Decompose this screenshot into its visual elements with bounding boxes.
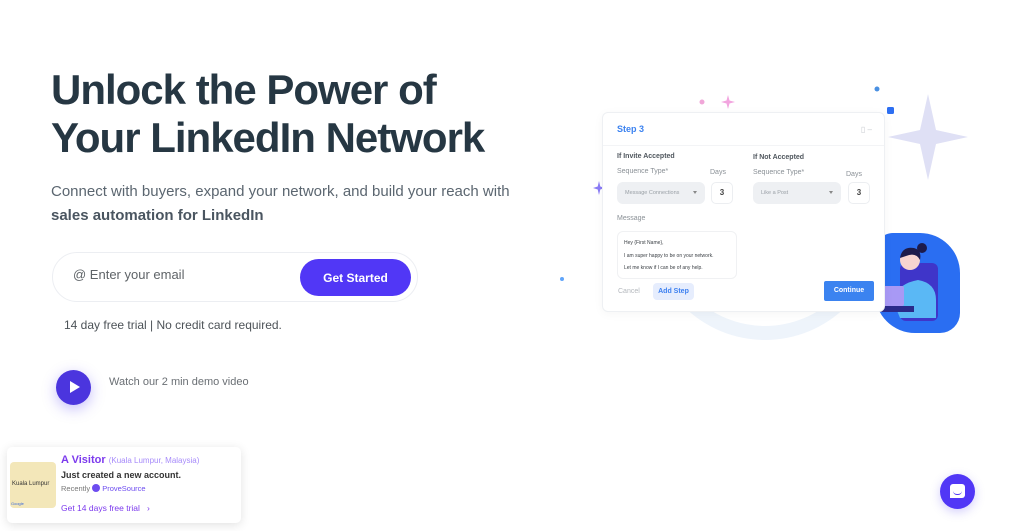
map-credit: Google [11, 501, 24, 506]
not-accepted-heading: If Not Accepted [753, 154, 805, 161]
hero-title-line-2: Your LinkedIn Network [51, 114, 485, 161]
message-line: I am super happy to be on your network. [624, 252, 714, 259]
demo-video-button[interactable] [56, 370, 91, 405]
notification-action: Just created a new account. [61, 470, 182, 480]
step-card-header: Step 3 ▯ – [603, 113, 884, 146]
hero-title: Unlock the Power of Your LinkedIn Networ… [51, 66, 531, 162]
cancel-button[interactable]: Cancel [618, 288, 640, 295]
accepted-days-label: Days [710, 169, 726, 176]
hero-subtitle-text: Connect with buyers, expand your network… [51, 183, 510, 200]
add-step-button[interactable]: Add Step [653, 283, 694, 300]
not-accepted-days-input[interactable]: 3 [848, 182, 870, 204]
demo-video-label[interactable]: Watch our 2 min demo video [109, 376, 249, 388]
visitor-name: A Visitor [61, 454, 106, 466]
chevron-down-icon [829, 191, 833, 194]
accepted-sequence-label: Sequence Type* [617, 168, 669, 175]
card-actions: ▯ – [861, 125, 872, 134]
hero-subtitle-bold: sales automation for LinkedIn [51, 207, 264, 224]
map-label: Kuala Lumpur [12, 481, 50, 487]
notification-meta: Recently ProveSource [61, 484, 146, 493]
accepted-days-input[interactable]: 3 [711, 182, 733, 204]
message-line: Hey {First Name}, [624, 240, 664, 246]
sparkle-large-icon [888, 94, 968, 180]
message-line: Let me know if I can be of any help. [624, 265, 703, 271]
sparkle-pink-icon [699, 95, 735, 109]
accepted-sequence-value: Message Connections [625, 190, 680, 196]
verified-icon [92, 484, 101, 492]
not-accepted-sequence-select[interactable]: Like a Post [753, 182, 841, 204]
accepted-heading: If Invite Accepted [617, 153, 675, 160]
hero-title-line-1: Unlock the Power of [51, 66, 437, 113]
chevron-down-icon [693, 191, 697, 194]
hero-subtitle: Connect with buyers, expand your network… [51, 180, 521, 228]
visitor-location: (Kuala Lumpur, Malaysia) [108, 456, 200, 465]
get-started-button[interactable]: Get Started [300, 259, 411, 296]
chat-launcher-button[interactable] [940, 474, 975, 509]
notification-time: Recently [61, 484, 91, 493]
accepted-sequence-select[interactable]: Message Connections [617, 182, 705, 204]
map-thumbnail: Kuala Lumpur Google [10, 462, 56, 508]
notification-cta[interactable]: Get 14 days free trial › [61, 503, 150, 513]
step-card: Step 3 ▯ – If Invite Accepted Sequence T… [602, 112, 885, 312]
email-signup-form: Get Started [52, 252, 418, 302]
message-label: Message [617, 215, 646, 222]
copy-icon[interactable]: ▯ [861, 125, 865, 134]
dot-small-icon [560, 277, 564, 281]
not-accepted-sequence-value: Like a Post [761, 190, 789, 196]
chevron-right-icon: › [142, 503, 150, 513]
dot-blue-icon [874, 86, 880, 92]
notification-cta-label: Get 14 days free trial [61, 503, 140, 513]
notification-title: A Visitor (Kuala Lumpur, Malaysia) [61, 454, 199, 466]
step-title: Step 3 [617, 124, 645, 134]
message-textarea[interactable]: Hey {First Name}, I am super happy to be… [617, 231, 737, 279]
not-accepted-days-label: Days [846, 171, 862, 178]
email-input[interactable] [73, 267, 293, 282]
continue-button[interactable]: Continue [824, 281, 874, 301]
social-proof-notification[interactable]: Kuala Lumpur Google A Visitor (Kuala Lum… [7, 447, 241, 523]
minus-icon[interactable]: – [868, 125, 872, 134]
trial-note: 14 day free trial | No credit card requi… [64, 318, 282, 332]
not-accepted-sequence-label: Sequence Type* [753, 169, 805, 176]
play-icon [70, 381, 80, 393]
provesource-link[interactable]: ProveSource [102, 484, 145, 493]
